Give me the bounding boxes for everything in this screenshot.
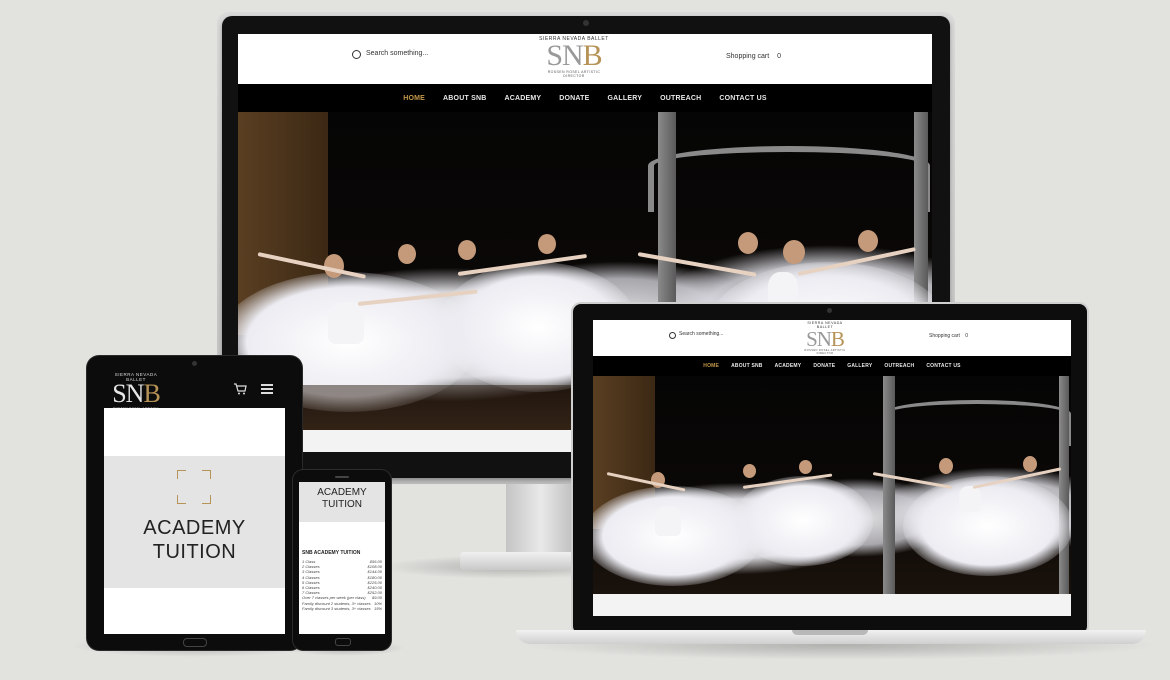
laptop-cart-label: Shopping cart [929,333,960,339]
tuition-value: 15% [373,605,382,611]
phone-heading-line1: ACADEMY [317,487,367,498]
cart-count: 0 [777,53,782,60]
monitor-camera [583,20,589,26]
tablet-site-logo[interactable]: SIERRA NEVADA BALLET SNB ROSSEN ROSEL AR… [105,372,167,414]
laptop-nav-contact[interactable]: CONTACT US [926,363,960,369]
laptop-search-icon[interactable] [669,332,676,339]
tablet-logo-snb: SNB [105,379,167,408]
logo-b: B [582,39,603,72]
nav-donate[interactable]: DONATE [559,95,589,102]
laptop-logo-snb: SNB [799,327,851,351]
laptop-main-nav: HOME ABOUT SNB ACADEMY DONATE GALLERY OU… [593,356,1071,376]
tablet-logo-b: B [143,379,160,408]
laptop-cart-count: 0 [965,333,969,339]
laptop-nav-gallery[interactable]: GALLERY [847,363,872,369]
tablet: SIERRA NEVADA BALLET SNB ROSSEN ROSEL AR… [87,356,302,650]
phone-section-title: SNB ACADEMY TUITION [302,550,361,556]
phone-heading-line2: TUITION [322,499,362,510]
tablet-heading-line2: TUITION [152,541,237,563]
nav-outreach[interactable]: OUTREACH [660,95,701,102]
laptop-search-input[interactable]: Search something... [679,331,723,337]
phone-page-heading: ACADEMY TUITION [299,482,385,511]
laptop-nav-about[interactable]: ABOUT SNB [731,363,763,369]
laptop-site-logo[interactable]: SIERRA NEVADA BALLET SNB ROSSEN ROSEL AR… [799,321,851,355]
monitor-site-header: Search something... SIERRA NEVADA BALLET… [238,34,932,84]
laptop-logo-sn: SN [806,327,832,351]
cart-label: Shopping cart [726,53,770,60]
shopping-cart-link[interactable]: Shopping cart 0 [726,53,781,60]
tuition-label: Family discount 3 students, 3+ classes [302,605,371,611]
nav-about[interactable]: ABOUT SNB [443,95,486,102]
laptop-nav-donate[interactable]: DONATE [813,363,835,369]
laptop-camera [827,308,832,313]
tablet-hero-panel: ACADEMY TUITION [104,456,285,588]
tablet-home-button[interactable] [183,638,207,647]
tablet-logo-sn: SN [112,379,144,408]
monitor-stand-neck [506,478,576,556]
phone-speaker [335,476,349,478]
laptop-cart-link[interactable]: Shopping cart 0 [929,333,968,339]
phone-screen: ACADEMY TUITION SNB ACADEMY TUITION 1 Cl… [299,482,385,634]
tablet-page-heading: ACADEMY TUITION [104,516,285,564]
laptop-logo-b: B [830,327,845,351]
monitor-main-nav: HOME ABOUT SNB ACADEMY DONATE GALLERY OU… [238,84,932,112]
laptop-site-header: Search something... SIERRA NEVADA BALLET… [593,320,1071,356]
laptop-nav-home[interactable]: HOME [703,363,719,369]
phone-home-button[interactable] [335,638,351,646]
hamburger-menu-icon[interactable] [261,384,273,394]
laptop-notch [792,630,868,635]
laptop-nav-academy[interactable]: ACADEMY [775,363,802,369]
laptop-hero-photo [593,376,1071,594]
tablet-screen: ACADEMY TUITION [104,408,285,634]
focus-frame-icon [177,470,211,504]
laptop-page-strip [593,594,1071,616]
search-icon[interactable] [352,50,361,59]
phone-hero-panel: ACADEMY TUITION [299,482,385,522]
laptop: Search something... SIERRA NEVADA BALLET… [573,304,1087,634]
logo-snb: SNB [538,39,610,72]
site-logo[interactable]: SIERRA NEVADA BALLET SNB ROSSEN ROSEL AR… [538,36,610,82]
cart-icon[interactable] [233,382,247,395]
tuition-row: Family discount 3 students, 3+ classes 15… [302,606,382,611]
laptop-logo-sub: ROSSEN ROSEL ARTISTIC DIRECTOR [804,349,846,355]
nav-home[interactable]: HOME [403,95,425,102]
tuition-table: 1 Class $56.00 2 Classes $108.00 3 Classes… [302,559,382,611]
phone: ACADEMY TUITION SNB ACADEMY TUITION 1 Cl… [293,470,391,650]
nav-contact[interactable]: CONTACT US [719,95,766,102]
tablet-camera [192,361,197,366]
logo-subtitle: ROSSEN ROSEL ARTISTIC DIRECTOR [547,70,601,78]
logo-sn: SN [546,39,583,72]
nav-academy[interactable]: ACADEMY [504,95,541,102]
nav-gallery[interactable]: GALLERY [608,95,643,102]
tablet-heading-line1: ACADEMY [143,517,246,539]
search-input[interactable]: Search something... [366,50,428,57]
laptop-nav-outreach[interactable]: OUTREACH [884,363,914,369]
